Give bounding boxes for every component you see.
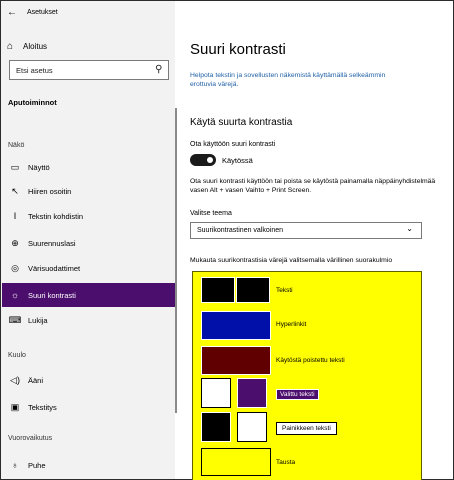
- captions-icon: ▣: [10, 401, 20, 412]
- customize-description: Mukauta suurikontrastisia värejä valitse…: [190, 257, 393, 264]
- speaker-icon: ◁): [10, 374, 20, 385]
- sidebar-item-high-contrast[interactable]: ☼ Suuri kontrasti: [2, 283, 176, 307]
- sidebar-item-label: Lukija: [28, 315, 48, 325]
- search-input[interactable]: Etsi asetus ⚲: [9, 60, 169, 80]
- sidebar-section-title: Aputoiminnot: [8, 98, 57, 107]
- sidebar-item-captions[interactable]: ▣ Tekstitys: [2, 395, 176, 419]
- color-filter-icon: ◎: [11, 262, 19, 273]
- theme-select[interactable]: Suurikontrastinen valkoinen ⌄: [190, 222, 422, 239]
- section-title: Käytä suurta kontrastia: [190, 117, 293, 128]
- chevron-down-icon: ⌄: [406, 224, 413, 233]
- preview-hyperlinks-label: Hyperlinkit: [276, 321, 307, 328]
- sidebar-item-label: Suurennuslasi: [28, 238, 76, 248]
- title-bar: ← Asetukset: [7, 5, 58, 19]
- page-title: Suuri kontrasti: [190, 41, 286, 58]
- sidebar-item-label: Tekstin kohdistin: [28, 211, 84, 221]
- sidebar-item-magnifier[interactable]: ⊕ Suurennuslasi: [2, 231, 176, 255]
- magnifier-icon: ⊕: [11, 237, 19, 248]
- search-icon[interactable]: ⚲: [155, 64, 162, 75]
- sidebar: ← Asetukset ⌂ Aloitus Etsi asetus ⚲ Aput…: [1, 1, 176, 479]
- group-label-vision: Näkö: [8, 142, 25, 149]
- search-placeholder: Etsi asetus: [16, 66, 53, 75]
- intro-text: Helpota tekstin ja sovellusten näkemistä…: [190, 72, 386, 88]
- text-cursor-icon: I: [13, 211, 17, 221]
- preview-text-label: Teksti: [276, 287, 293, 294]
- group-label-interaction: Vuorovaikutus: [8, 435, 53, 442]
- button-fg-swatch[interactable]: [237, 412, 267, 442]
- sidebar-item-text-cursor[interactable]: I Tekstin kohdistin: [2, 204, 176, 228]
- preview-button-label: Painikkeen teksti: [276, 422, 337, 435]
- high-contrast-toggle[interactable]: [190, 154, 216, 166]
- toggle-knob: [207, 157, 213, 163]
- sidebar-item-label: Ääni: [28, 375, 44, 385]
- sidebar-item-mouse-pointer[interactable]: ↖ Hiiren osoitin: [2, 179, 176, 203]
- nav-home[interactable]: ⌂ Aloitus: [7, 41, 47, 52]
- sidebar-item-label: Näyttö: [28, 162, 50, 172]
- preview-background-label: Tausta: [276, 459, 296, 466]
- back-arrow-icon[interactable]: ←: [7, 7, 17, 18]
- sidebar-item-label: Puhe: [28, 460, 46, 470]
- sidebar-item-label: Värisuodattimet: [28, 263, 81, 273]
- button-bg-swatch[interactable]: [201, 412, 231, 442]
- mouse-pointer-icon: ↖: [11, 185, 19, 196]
- high-contrast-icon: ☼: [10, 290, 20, 300]
- text-color-swatch-wide[interactable]: [236, 277, 270, 303]
- monitor-icon: ▭: [10, 161, 20, 172]
- theme-label: Valitse teema: [190, 210, 232, 217]
- selected-text-fg-swatch[interactable]: [237, 378, 267, 408]
- toggle-state-label: Käytössä: [222, 156, 253, 165]
- nav-home-label: Aloitus: [23, 42, 48, 51]
- preview-disabled-label: Käytöstä poistettu teksti: [276, 357, 345, 364]
- sidebar-item-label: Hiiren osoitin: [28, 186, 72, 196]
- sidebar-item-display[interactable]: ▭ Näyttö: [2, 155, 176, 179]
- home-icon: ⌂: [7, 41, 14, 52]
- preview-selected-label: Valittu teksti: [276, 389, 319, 400]
- sidebar-item-color-filters[interactable]: ◎ Värisuodattimet: [2, 256, 176, 280]
- sidebar-item-audio[interactable]: ◁) Ääni: [2, 368, 176, 392]
- sidebar-item-label: Tekstitys: [28, 402, 57, 412]
- sidebar-item-narrator[interactable]: ⌨ Lukija: [2, 308, 176, 332]
- selected-text-bg-swatch[interactable]: [201, 378, 231, 408]
- hyperlink-color-swatch[interactable]: [201, 311, 271, 340]
- main-content: Suuri kontrasti Helpota tekstin ja sovel…: [178, 1, 448, 480]
- sidebar-item-speech[interactable]: ♁ Puhe: [2, 453, 176, 477]
- shortcut-description: Ota suuri kontrasti käyttöön tai poista …: [190, 178, 436, 194]
- theme-select-value: Suurikontrastinen valkoinen: [197, 227, 283, 234]
- microphone-icon: ♁: [11, 460, 19, 470]
- sidebar-item-label: Suuri kontrasti: [28, 290, 76, 300]
- background-color-swatch[interactable]: [201, 448, 271, 476]
- toggle-label: Ota käyttöön suuri kontrasti: [190, 141, 276, 148]
- window-title: Asetukset: [27, 8, 58, 16]
- narrator-icon: ⌨: [8, 314, 22, 325]
- sidebar-scrollbar[interactable]: [175, 108, 177, 413]
- contrast-preview: Teksti Hyperlinkit Käytöstä poistettu te…: [192, 271, 422, 480]
- disabled-text-color-swatch[interactable]: [201, 346, 271, 375]
- group-label-hearing: Kuulo: [8, 352, 26, 359]
- text-color-swatch[interactable]: [201, 277, 235, 303]
